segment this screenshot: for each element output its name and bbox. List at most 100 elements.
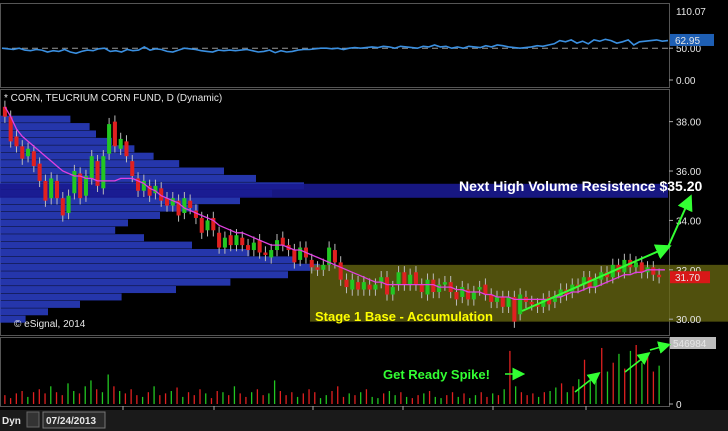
candle-body	[633, 262, 638, 268]
candle-body	[280, 237, 285, 246]
start-date-text: 07/24/2013	[46, 416, 96, 427]
volume-profile-bar	[0, 197, 240, 205]
candle-body	[240, 237, 245, 246]
candle-body	[402, 272, 407, 285]
candle-body	[89, 156, 94, 179]
oscillator-tick-label: 0.00	[676, 76, 696, 87]
candle-body	[205, 220, 210, 231]
candle-body	[437, 284, 442, 293]
candle-body	[14, 136, 19, 147]
candle-body	[188, 200, 193, 209]
volume-profile-bar	[0, 130, 96, 138]
price-tick-label: 30.00	[676, 315, 701, 326]
candle-body	[657, 274, 662, 278]
candle-body	[413, 272, 418, 285]
volume-profile-bar	[0, 293, 122, 301]
candle-body	[483, 284, 488, 295]
time-axis-bar	[0, 410, 728, 431]
last-price-label: 31.70	[675, 273, 700, 284]
base-label: Stage 1 Base - Accumulation	[315, 309, 493, 324]
candle-body	[263, 252, 268, 255]
candle-body	[43, 180, 48, 201]
candle-body	[350, 279, 355, 290]
candle-body	[309, 259, 314, 268]
candle-body	[390, 287, 395, 295]
volume-profile-bar	[0, 286, 176, 294]
candle-body	[460, 287, 465, 297]
candle-body	[512, 296, 517, 322]
candle-body	[269, 250, 274, 258]
candle-body	[217, 232, 222, 248]
candle-body	[356, 282, 361, 290]
candle-body	[367, 284, 372, 290]
volume-profile-bar	[0, 123, 90, 131]
candle-body	[118, 138, 123, 149]
candle-body	[494, 296, 500, 302]
candle-body	[396, 272, 401, 285]
oscillator-current-label: 62.95	[675, 36, 700, 47]
volume-profile-bar	[0, 241, 192, 249]
price-tick-label: 38.00	[676, 118, 701, 129]
candle-body	[344, 279, 349, 288]
candle-body	[292, 250, 297, 263]
candle-body	[251, 242, 256, 251]
lock-icon[interactable]	[26, 411, 40, 428]
candle-body	[529, 301, 534, 305]
volume-profile-bar	[0, 211, 160, 219]
resistance-label: Next High Volume Resistence $35.20	[459, 178, 702, 194]
spike-label: Get Ready Spike!	[383, 367, 490, 382]
candle-body	[373, 284, 378, 290]
candle-body	[321, 264, 326, 270]
candle-body	[257, 240, 262, 253]
candle-body	[518, 294, 523, 315]
oscillator-top-label: 110.07	[676, 7, 706, 18]
candle-body	[49, 178, 54, 199]
volume-profile-bar	[0, 263, 320, 271]
candle-body	[72, 171, 77, 194]
candle-body	[442, 282, 447, 285]
candle-body	[419, 284, 424, 293]
volume-tick-label: 0	[676, 400, 682, 411]
candle-body	[246, 245, 251, 251]
candle-body	[95, 161, 100, 186]
candle-body	[182, 198, 187, 213]
candle-body	[384, 277, 390, 295]
price-tick-label: 36.00	[676, 167, 701, 178]
candle-body	[199, 217, 204, 233]
volume-profile-bar	[0, 249, 250, 257]
candle-body	[112, 121, 117, 147]
volume-profile-bar	[0, 308, 48, 316]
candle-body	[37, 163, 42, 181]
candle-body	[54, 180, 60, 199]
candle-body	[454, 292, 459, 300]
candle-body	[338, 262, 343, 280]
volume-profile-bar	[0, 300, 80, 308]
candle-body	[66, 195, 71, 213]
volume-profile-bar	[0, 204, 199, 212]
candle-body	[477, 287, 482, 290]
volume-profile-bar	[0, 160, 180, 168]
dyn-button[interactable]: Dyn	[2, 416, 21, 427]
chart-title: * CORN, TEUCRIUM CORN FUND, D (Dynamic)	[4, 93, 222, 104]
candle-body	[130, 161, 135, 176]
candle-body	[124, 141, 129, 157]
candle-body	[31, 151, 36, 167]
candle-body	[471, 292, 476, 300]
candle-body	[408, 274, 413, 285]
candle-body	[361, 282, 366, 290]
credit-text: © eSignal, 2014	[14, 319, 86, 330]
candle-body	[101, 156, 106, 189]
volume-profile-bar	[0, 271, 288, 279]
volume-profile-bar	[0, 234, 144, 242]
volume-current-label: 546984	[673, 339, 707, 350]
volume-profile-bar	[0, 219, 128, 227]
candle-body	[107, 124, 112, 154]
volume-profile-bar	[0, 145, 135, 153]
volume-profile-bar	[0, 226, 116, 234]
candle-body	[500, 296, 505, 307]
volume-profile-bar	[0, 256, 295, 264]
candle-body	[315, 267, 320, 270]
candle-body	[26, 148, 31, 157]
candle-body	[228, 235, 233, 246]
candle-body	[60, 198, 65, 216]
